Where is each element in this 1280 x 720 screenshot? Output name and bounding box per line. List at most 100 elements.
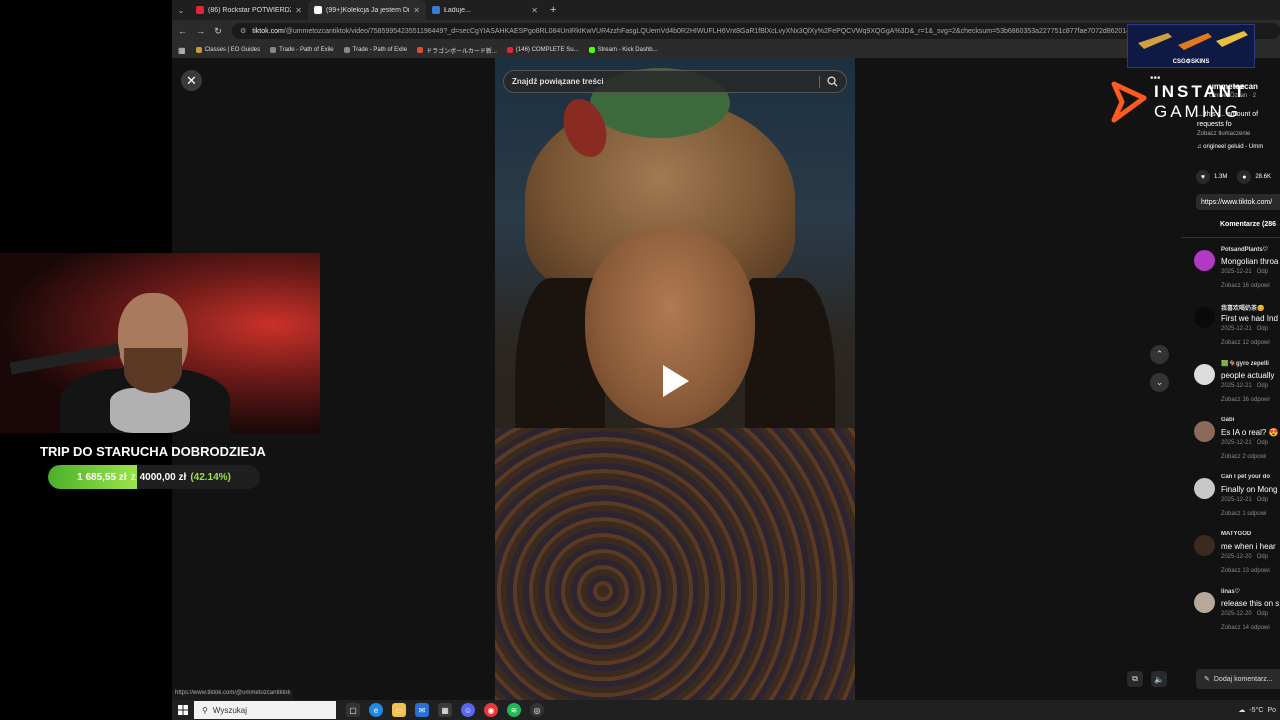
close-tab-icon[interactable]: ✕	[413, 6, 420, 15]
bookmark-label: (146) COMPLETE Su...	[515, 47, 579, 53]
view-replies-link[interactable]: Zobacz 13 odpowi	[1221, 568, 1280, 574]
view-replies-link[interactable]: Zobacz 16 odpowi	[1221, 283, 1280, 289]
add-comment-placeholder: Dodaj komentarz...	[1213, 675, 1273, 683]
comment-username[interactable]: Gabi	[1221, 417, 1280, 427]
previous-video-button[interactable]: ⌃	[1150, 345, 1169, 364]
back-icon[interactable]: ←	[178, 26, 187, 36]
like-button[interactable]: ♥ 1.3M	[1196, 170, 1227, 184]
close-tab-icon[interactable]: ✕	[531, 6, 538, 15]
mail-icon[interactable]: ✉	[415, 703, 429, 717]
comment-date: 2025-12-21	[1221, 269, 1252, 275]
tab-comments[interactable]: Komentarze (286	[1220, 221, 1276, 228]
browser-tab[interactable]: (99+)Kolekcja Ja jestem Diabe✕	[308, 0, 426, 20]
bookmark-item[interactable]: Trade - Path of Exile	[270, 46, 334, 55]
tab-title: (86) Rockstar POTWIERDZIŁ W	[208, 6, 291, 14]
close-tab-icon[interactable]: ✕	[295, 6, 302, 15]
comment-avatar[interactable]	[1194, 535, 1215, 556]
windows-start-icon[interactable]	[172, 705, 194, 715]
reply-link[interactable]: Odp	[1257, 440, 1268, 446]
chrome-icon[interactable]: ◉	[484, 703, 498, 717]
reload-icon[interactable]: ↻	[214, 26, 222, 37]
like-count: 1.3M	[1214, 174, 1228, 180]
view-replies-link[interactable]: Zobacz 1 odpowi	[1221, 511, 1280, 517]
weapon-skins-image	[1138, 31, 1248, 50]
weather-condition: Po	[1267, 706, 1276, 714]
floating-player-icon[interactable]: ⧉	[1127, 671, 1143, 687]
obs-icon[interactable]: ◎	[530, 703, 544, 717]
donation-goal-amount: 4000,00 zł	[139, 471, 187, 483]
music-title: origineel geluid - Umm	[1203, 144, 1264, 150]
comment-username[interactable]: linas♡	[1221, 588, 1280, 598]
comment-text: release this on s	[1221, 599, 1280, 608]
see-translation-link[interactable]: Zobacz tłumaczenie	[1197, 131, 1250, 137]
discord-icon[interactable]: ☺	[461, 703, 475, 717]
bookmark-item[interactable]: Classes | EO Guides	[195, 46, 260, 55]
apps-grid-icon[interactable]: ▦	[178, 46, 186, 55]
comment-avatar[interactable]	[1194, 364, 1215, 385]
volume-icon[interactable]: 🔈	[1151, 671, 1167, 687]
comment-avatar[interactable]	[1194, 592, 1215, 613]
site-info-icon[interactable]: ⚙	[240, 27, 246, 35]
comment-username[interactable]: PotsandPlants♡	[1221, 246, 1280, 256]
task-view-icon[interactable]: ▢	[346, 703, 360, 717]
donation-current: 1 685,55 zł	[77, 471, 127, 483]
reply-link[interactable]: Odp	[1257, 383, 1268, 389]
comment-avatar[interactable]	[1194, 478, 1215, 499]
tabs-divider	[1181, 237, 1280, 238]
comment-button[interactable]: ● 28.6K	[1237, 170, 1271, 184]
file-explorer-icon[interactable]: ▭	[392, 703, 406, 717]
instant-gaming-text: INSTANT GAMING	[1154, 82, 1247, 122]
play-icon[interactable]	[663, 365, 689, 397]
search-divider	[819, 76, 820, 88]
windows-taskbar: ⚲ Wyszukaj ▢ e ▭ ✉ ▦ ☺ ◉ ≋ ◎ ☁ -5°C Po	[172, 700, 1280, 720]
system-tray: ☁ -5°C Po	[1238, 700, 1280, 720]
comment-username[interactable]: Can I pet your do	[1221, 474, 1280, 484]
view-replies-link[interactable]: Zobacz 12 odpowi	[1221, 340, 1280, 346]
reply-link[interactable]: Odp	[1257, 497, 1268, 503]
browser-toolbar: ← → ↻ ⚙ tiktok.com/@ummetozcantiktok/vid…	[172, 20, 1280, 42]
comment-date: 2025-12-21	[1221, 383, 1252, 389]
comment-avatar[interactable]	[1194, 250, 1215, 271]
donation-percent: (42.14%)	[190, 471, 231, 483]
comment-username[interactable]: MATYGOD	[1221, 531, 1280, 541]
at-icon: ✎	[1204, 676, 1210, 683]
bookmark-item[interactable]: (146) COMPLETE Su...	[506, 46, 579, 55]
csg-skins-label: CSG⚙SKINS	[1172, 59, 1210, 65]
edge-icon[interactable]: e	[369, 703, 383, 717]
search-icon[interactable]	[827, 76, 838, 87]
store-icon[interactable]: ▦	[438, 703, 452, 717]
bookmark-item[interactable]: Trade - Path of Exile	[343, 46, 407, 55]
taskbar-search-input[interactable]: ⚲ Wyszukaj	[194, 701, 336, 719]
forward-icon[interactable]: →	[196, 26, 205, 36]
reply-link[interactable]: Odp	[1257, 326, 1268, 332]
comment-count: 28.6K	[1255, 174, 1272, 180]
close-video-button[interactable]: ✕	[181, 70, 202, 91]
reply-link[interactable]: Odp	[1257, 269, 1268, 275]
copy-link-field[interactable]: https://www.tiktok.com/	[1196, 194, 1280, 210]
weather-icon[interactable]: ☁	[1238, 706, 1245, 714]
view-replies-link[interactable]: Zobacz 36 odpowi	[1221, 397, 1280, 403]
tab-search-icon[interactable]: ⌄	[172, 6, 190, 15]
address-bar[interactable]: ⚙ tiktok.com/@ummetozcantiktok/video/758…	[232, 23, 1280, 39]
bookmark-favicon-icon	[195, 47, 202, 53]
add-comment-input[interactable]: ✎ Dodaj komentarz...	[1196, 669, 1280, 689]
related-search-input[interactable]: Znajdź powiązane treści	[503, 70, 847, 93]
bookmark-item[interactable]: Stream - Kick Dashb...	[588, 46, 658, 55]
browser-tab[interactable]: Ładuje... ✕	[426, 0, 544, 20]
comment-username[interactable]: 我喜欢喝奶茶😊	[1221, 303, 1280, 313]
reply-link[interactable]: Odp	[1257, 611, 1268, 617]
comment-avatar[interactable]	[1194, 307, 1215, 328]
next-video-button[interactable]: ⌄	[1150, 373, 1169, 392]
browser-tab[interactable]: (86) Rockstar POTWIERDZIŁ W ✕	[190, 0, 308, 20]
streamer-webcam	[0, 253, 320, 433]
comment-username[interactable]: 🟩🐐gyro zepelli	[1221, 360, 1280, 370]
spotify-icon[interactable]: ≋	[507, 703, 521, 717]
comment-avatar[interactable]	[1194, 421, 1215, 442]
bookmark-favicon-icon	[417, 47, 424, 53]
view-replies-link[interactable]: Zobacz 14 odpowi	[1221, 625, 1280, 631]
new-tab-button[interactable]: +	[544, 4, 556, 16]
view-replies-link[interactable]: Zobacz 2 odpowi	[1221, 454, 1280, 460]
reply-link[interactable]: Odp	[1257, 554, 1268, 560]
bookmark-item[interactable]: ドラゴンボールカード新...	[417, 46, 497, 55]
music-link[interactable]: ♫ origineel geluid - Umm	[1197, 144, 1263, 150]
